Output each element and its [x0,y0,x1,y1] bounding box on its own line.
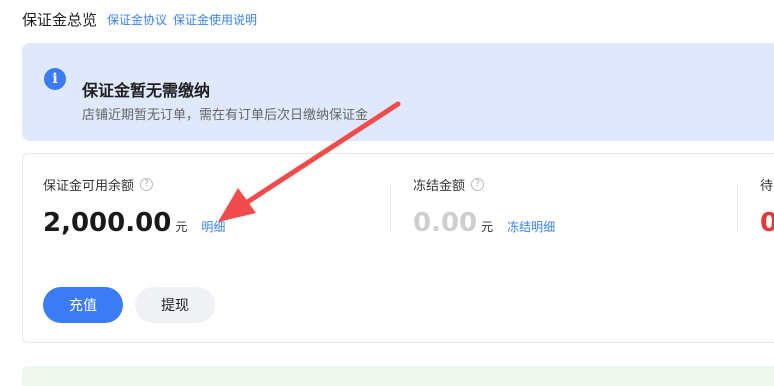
available-balance-label: 保证金可用余额 [43,178,135,194]
withdraw-button[interactable]: 提现 [135,287,215,323]
notice-description: 店铺近期暂无订单，需在有订单后次日缴纳保证金 [82,108,369,123]
next-panel-edge [22,366,774,386]
notice-title: 保证金暂无需缴纳 [82,81,211,100]
page-title: 保证金总览 [22,10,98,29]
info-icon: i [44,68,66,90]
frozen-amount-value: 0.00 [413,208,478,238]
help-icon[interactable]: ? [471,177,485,191]
pending-amount-label: 待 [760,178,774,194]
deposit-usage-guide-link[interactable]: 保证金使用说明 [173,11,257,28]
available-balance-stat: 保证金可用余额 ? 2,000.00 元 明细 [43,174,225,238]
currency-unit: 元 [481,220,494,234]
balance-detail-link[interactable]: 明细 [201,218,225,235]
page-header: 保证金总览 保证金协议 保证金使用说明 [22,8,263,30]
available-balance-amount: 2,000.00 [43,208,172,238]
deposit-notice-banner: i 保证金暂无需缴纳 店铺近期暂无订单，需在有订单后次日缴纳保证金 [22,43,774,141]
recharge-button[interactable]: 充值 [43,287,123,323]
frozen-amount-label: 冻结金额 [413,178,466,194]
frozen-amount-stat: 冻结金额 ? 0.00 元 冻结明细 [413,174,555,238]
stat-divider [737,184,738,232]
balance-card: 保证金可用余额 ? 2,000.00 元 明细 冻结金额 ? 0.00 元 冻结… [22,153,774,343]
help-icon[interactable]: ? [140,177,154,191]
pending-amount-value: 0 [760,208,774,238]
currency-unit: 元 [175,220,188,234]
frozen-detail-link[interactable]: 冻结明细 [507,218,555,235]
stat-divider [390,184,391,232]
deposit-agreement-link[interactable]: 保证金协议 [107,11,167,28]
pending-amount-stat: 待 0 [760,174,774,239]
